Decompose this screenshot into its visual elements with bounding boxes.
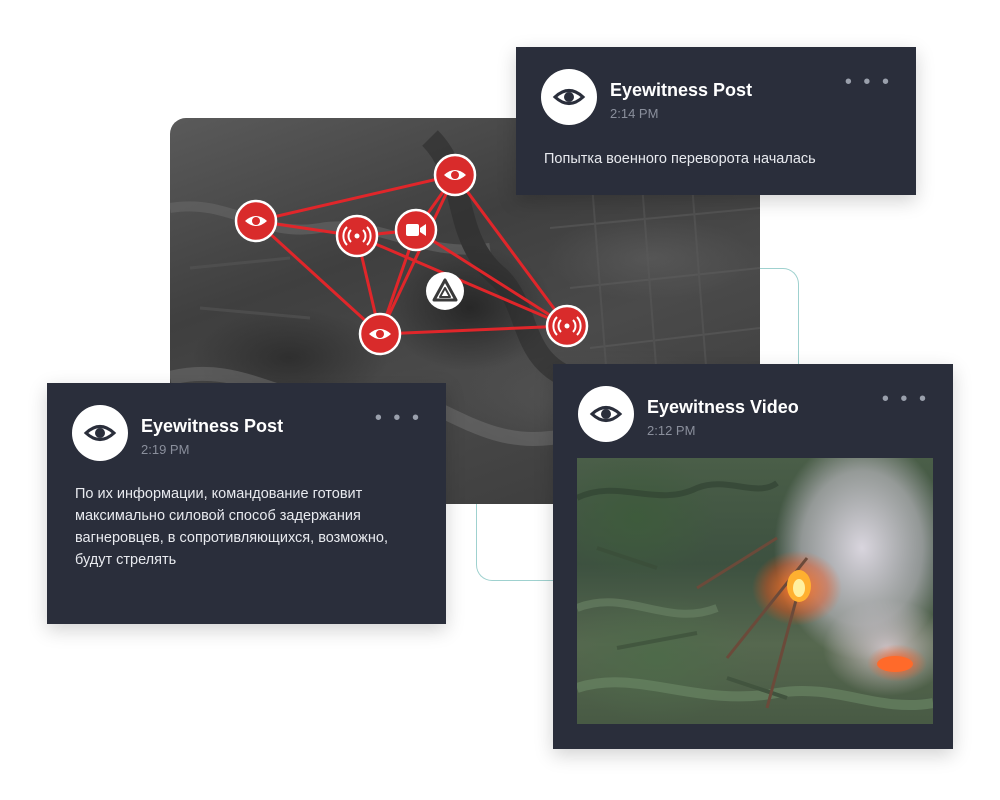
marker-logo[interactable] xyxy=(426,272,464,310)
video-card[interactable]: Eyewitness Video 2:12 PM • • • xyxy=(553,364,953,749)
author-name: Eyewitness Video xyxy=(647,397,799,417)
more-options-button[interactable]: • • • xyxy=(882,389,929,409)
post-text: Попытка военного переворота началась xyxy=(544,151,816,167)
foliage xyxy=(577,480,933,711)
post-text: По их информации, командование готовит м… xyxy=(75,486,388,568)
marker-signal-1[interactable] xyxy=(335,214,379,258)
post-card[interactable]: Eyewitness Post 2:19 PM • • • По их инфо… xyxy=(47,383,446,624)
avatar xyxy=(541,69,597,125)
author-name: Eyewitness Post xyxy=(610,80,753,100)
marker-camera-1[interactable] xyxy=(394,208,438,252)
post-time: 2:19 PM xyxy=(141,442,190,457)
more-options-button[interactable]: • • • xyxy=(845,72,892,92)
post-card[interactable]: Eyewitness Post 2:14 PM • • • Попытка во… xyxy=(516,47,916,195)
avatar xyxy=(578,386,634,442)
more-options-button[interactable]: • • • xyxy=(375,408,422,428)
eye-icon xyxy=(589,406,623,422)
post-time: 2:12 PM xyxy=(647,423,696,438)
marker-signal-2[interactable] xyxy=(545,304,589,348)
author-name: Eyewitness Post xyxy=(141,416,284,436)
branches xyxy=(696,536,809,709)
avatar xyxy=(72,405,128,461)
marker-eye-1[interactable] xyxy=(234,199,278,243)
marker-eye-3[interactable] xyxy=(358,312,402,356)
post-time: 2:14 PM xyxy=(610,106,659,121)
video-scene xyxy=(577,480,933,711)
video-thumbnail[interactable] xyxy=(577,458,933,724)
connector-line xyxy=(760,268,799,369)
eye-icon xyxy=(83,425,117,441)
connector-line xyxy=(476,500,557,581)
marker-eye-2[interactable] xyxy=(433,153,477,197)
eye-icon xyxy=(552,89,586,105)
fire xyxy=(787,570,913,672)
